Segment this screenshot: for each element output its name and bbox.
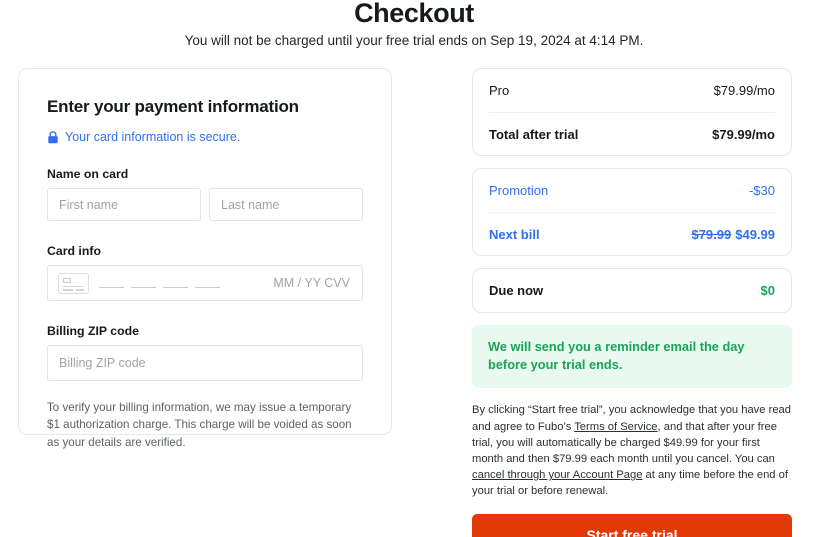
plan-name: Pro (489, 83, 510, 98)
secure-notice: Your card information is secure. (47, 130, 373, 144)
total-after-trial-label: Total after trial (489, 126, 579, 142)
lock-icon (47, 130, 59, 144)
card-expiry-cvv-placeholder: MM / YY CVV (273, 276, 350, 290)
due-now-value: $0 (760, 283, 775, 298)
billing-zip-input[interactable]: Billing ZIP code (47, 345, 363, 381)
next-bill-value: $79.99 $49.99 (691, 227, 775, 242)
cancel-account-page-link[interactable]: cancel through your Account Page (472, 469, 642, 481)
billing-zip-label: Billing ZIP code (47, 324, 140, 338)
total-after-trial-value: $79.99/mo (712, 126, 775, 142)
order-summary: Pro $79.99/mo Total after trial $79.99/m… (472, 68, 792, 537)
plan-price: $79.99/mo (713, 83, 775, 98)
trial-charge-notice: You will not be charged until your free … (184, 33, 644, 48)
payment-information-card: Enter your payment information Your card… (18, 68, 392, 449)
promotion-value: -$30 (748, 183, 775, 198)
due-now-card: Due now $0 (472, 268, 792, 313)
secure-notice-label: Your card information is secure. (65, 130, 241, 144)
reminder-email-notice: We will send you a reminder email the da… (472, 325, 792, 389)
due-now-row: Due now $0 (489, 269, 775, 312)
terms-of-service-link[interactable]: Terms of Service (574, 421, 657, 433)
next-bill-label: Next bill (489, 226, 540, 242)
verification-note: To verify your billing information, we m… (47, 401, 352, 449)
page-title: Checkout (354, 0, 474, 28)
total-after-trial-row: Total after trial $79.99/mo (489, 112, 775, 155)
promotion-row: Promotion -$30 (489, 169, 775, 212)
promotion-card: Promotion -$30 Next bill $79.99 $49.99 (472, 168, 792, 256)
checkout-page: Checkout You will not be charged until y… (0, 0, 828, 537)
plan-summary-card: Pro $79.99/mo Total after trial $79.99/m… (472, 68, 792, 156)
plan-row: Pro $79.99/mo (489, 69, 775, 112)
card-number-placeholder (99, 278, 273, 289)
name-on-card-label: Name on card (47, 167, 129, 181)
legal-disclaimer: By clicking “Start free trial”, you ackn… (472, 402, 792, 499)
credit-card-icon (58, 272, 89, 294)
promotion-label: Promotion (489, 183, 549, 198)
next-bill-new-price: $49.99 (735, 226, 775, 242)
card-info-label: Card info (47, 244, 101, 258)
payment-form-heading: Enter your payment information (47, 97, 299, 116)
first-name-input[interactable]: First name (47, 188, 201, 221)
next-bill-old-price: $79.99 (691, 226, 732, 242)
next-bill-row: Next bill $79.99 $49.99 (489, 212, 775, 255)
name-on-card-row: First name Last name (47, 188, 363, 221)
start-free-trial-button[interactable]: Start free trial (472, 513, 792, 537)
due-now-label: Due now (489, 283, 544, 298)
card-info-input[interactable]: MM / YY CVV (47, 265, 363, 301)
last-name-input[interactable]: Last name (209, 188, 363, 221)
